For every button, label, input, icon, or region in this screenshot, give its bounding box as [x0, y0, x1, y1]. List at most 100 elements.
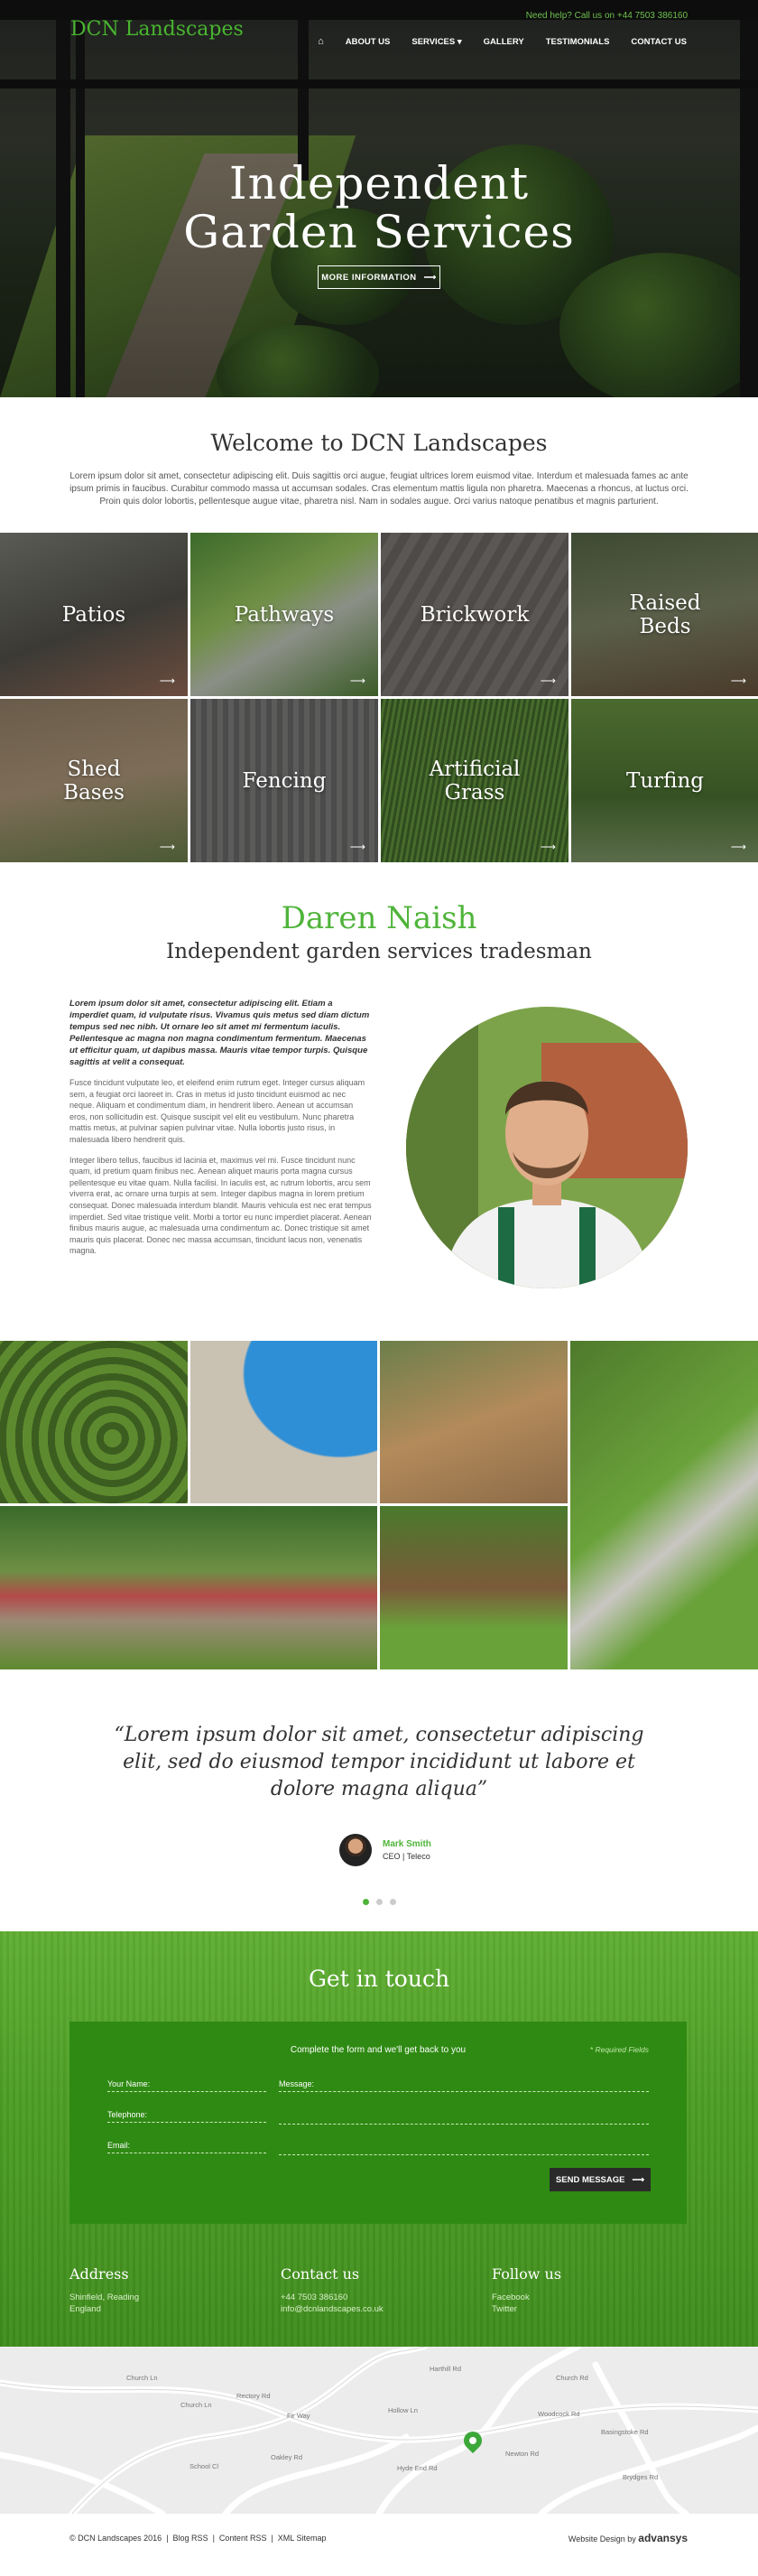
street-label: Hollow Ln: [388, 2406, 418, 2414]
service-label: Raised Beds: [629, 591, 701, 638]
carousel-dot[interactable]: [363, 1899, 369, 1905]
arrow-right-icon: ⟶: [540, 841, 556, 853]
footer-separator: |: [212, 2534, 215, 2543]
street-label: Basingstoke Rd: [601, 2428, 649, 2436]
service-tile-brickwork[interactable]: Brickwork ⟶: [381, 533, 568, 696]
street-label: Oakley Rd: [271, 2453, 303, 2461]
facebook-link[interactable]: Facebook: [492, 2292, 561, 2303]
footer-link-content-rss[interactable]: Content RSS: [219, 2534, 267, 2543]
carousel-dot[interactable]: [390, 1899, 396, 1905]
portrait-illustration: [406, 1007, 688, 1288]
street-label: Newton Rd: [505, 2450, 540, 2458]
hero-banner: DCN Landscapes Need help? Call us on +44…: [0, 0, 758, 397]
address-line: Shinfield, Reading: [69, 2292, 140, 2302]
required-note: * Required Fields: [589, 2045, 649, 2054]
service-tile-artificial-grass[interactable]: Artificial Grass ⟶: [381, 699, 568, 862]
footer-link-blog-rss[interactable]: Blog RSS: [173, 2534, 208, 2543]
follow-heading: Follow us: [492, 2265, 562, 2283]
hero-headline-line2: Garden Services: [183, 206, 575, 258]
phone-link[interactable]: +44 7503 386160: [281, 2292, 384, 2303]
service-tile-pathways[interactable]: Pathways ⟶: [190, 533, 378, 696]
location-map[interactable]: Church Ln Church Ln Rectory Rd Fir Way H…: [0, 2347, 758, 2514]
telephone-field[interactable]: Telephone:: [107, 2110, 266, 2123]
street-label: Church Ln: [180, 2401, 212, 2409]
more-information-label: MORE INFORMATION: [321, 272, 417, 283]
gallery-image-pool[interactable]: [190, 1341, 377, 1503]
service-tile-patios[interactable]: Patios ⟶: [0, 533, 188, 696]
service-label: Turfing: [625, 768, 705, 793]
arrow-right-icon: ⟶: [540, 674, 556, 687]
more-information-button[interactable]: MORE INFORMATION ⟶: [318, 265, 440, 289]
email-field[interactable]: Email:: [107, 2141, 266, 2153]
copyright-text: © DCN Landscapes 2016: [69, 2534, 162, 2543]
gallery-image-garden-table[interactable]: [380, 1506, 568, 1669]
nav-testimonials[interactable]: Testimonials: [538, 33, 618, 51]
site-logo[interactable]: DCN Landscapes: [70, 18, 244, 41]
home-icon[interactable]: ⌂: [310, 33, 332, 51]
avatar: [339, 1834, 372, 1866]
site-footer: © DCN Landscapes 2016 | Blog RSS | Conte…: [0, 2514, 758, 2562]
credit-prefix: Website Design by: [568, 2534, 636, 2543]
footer-separator: |: [271, 2534, 273, 2543]
testimonial-author: Mark Smith CEO | Teleco: [339, 1834, 431, 1866]
about-section: Daren Naish Independent garden services …: [0, 862, 758, 1341]
street-label: Church Rd: [556, 2374, 588, 2382]
arrow-right-icon: ⟶: [349, 841, 365, 853]
hero-headline: Independent Garden Services: [0, 159, 758, 256]
name-field[interactable]: Your Name:: [107, 2079, 266, 2092]
service-label: Pathways: [234, 602, 335, 627]
send-message-button[interactable]: SEND MESSAGE ⟶: [550, 2168, 651, 2191]
carousel-dots: [363, 1899, 396, 1905]
author-name: Mark Smith: [383, 1839, 431, 1849]
email-link[interactable]: info@dcnlandscapes.co.uk: [281, 2303, 384, 2315]
author-role: CEO | Teleco: [383, 1852, 430, 1861]
message-field-line[interactable]: [279, 2110, 649, 2125]
service-tile-fencing[interactable]: Fencing ⟶: [190, 699, 378, 862]
nav-services[interactable]: Services ▾: [403, 33, 469, 51]
designer-credit[interactable]: Website Design by advansys: [568, 2532, 688, 2544]
gallery-image-deck[interactable]: [380, 1341, 568, 1503]
service-tile-shed-bases[interactable]: Shed Bases ⟶: [0, 699, 188, 862]
arrow-right-icon: ⟶: [730, 841, 746, 853]
street-label: Fir Way: [287, 2412, 310, 2420]
street-label: School Cl: [190, 2462, 219, 2470]
contact-heading: Contact us: [281, 2265, 360, 2283]
arrow-right-icon: ⟶: [632, 2174, 645, 2185]
about-lead: Lorem ipsum dolor sit amet, consectetur …: [69, 999, 370, 1067]
service-tile-raised-beds[interactable]: Raised Beds ⟶: [571, 533, 758, 696]
street-label: Church Ln: [126, 2374, 158, 2382]
footer-separator: |: [166, 2534, 169, 2543]
street-label: Woodcock Rd: [538, 2410, 580, 2418]
street-label: Rectory Rd: [236, 2392, 271, 2400]
nav-contact[interactable]: Contact Us: [623, 33, 695, 51]
service-label: Patios: [61, 602, 126, 627]
send-message-label: SEND MESSAGE: [555, 2174, 625, 2185]
message-field[interactable]: Message:: [279, 2079, 649, 2092]
address-block: Address Shinfield, Reading England: [69, 2265, 139, 2315]
address-line: England: [69, 2304, 101, 2314]
message-field-line[interactable]: [279, 2141, 649, 2155]
street-label: Brydges Rd: [623, 2473, 659, 2481]
nav-about[interactable]: About Us: [337, 33, 399, 51]
service-tile-turfing[interactable]: Turfing ⟶: [571, 699, 758, 862]
gallery-image-hedge-maze[interactable]: [0, 1341, 188, 1503]
footer-link-sitemap[interactable]: XML Sitemap: [278, 2534, 327, 2543]
service-label: Brickwork: [420, 602, 530, 627]
carousel-dot[interactable]: [376, 1899, 383, 1905]
twitter-link[interactable]: Twitter: [492, 2303, 561, 2315]
contact-title: Get in touch: [308, 1966, 450, 1992]
welcome-section: Welcome to DCN Landscapes Lorem ipsum do…: [0, 397, 758, 533]
services-grid: Patios ⟶ Pathways ⟶ Brickwork ⟶ Raised B…: [0, 533, 758, 862]
gallery-image-garden-path[interactable]: [570, 1341, 758, 1669]
arrow-right-icon: ⟶: [159, 841, 175, 853]
welcome-title: Welcome to DCN Landscapes: [210, 430, 548, 456]
gallery-image-flower-border[interactable]: [0, 1506, 377, 1669]
nav-gallery[interactable]: Gallery: [476, 33, 532, 51]
main-nav: ⌂ About Us Services ▾ Gallery Testimonia…: [310, 33, 695, 51]
service-label: Shed Bases: [63, 757, 125, 804]
arrow-right-icon: ⟶: [730, 674, 746, 687]
street-label: Hyde End Rd: [397, 2464, 438, 2472]
hero-headline-line1: Independent: [228, 157, 530, 209]
owner-role: Independent garden services tradesman: [166, 940, 592, 963]
street-label: Harthill Rd: [430, 2365, 462, 2373]
